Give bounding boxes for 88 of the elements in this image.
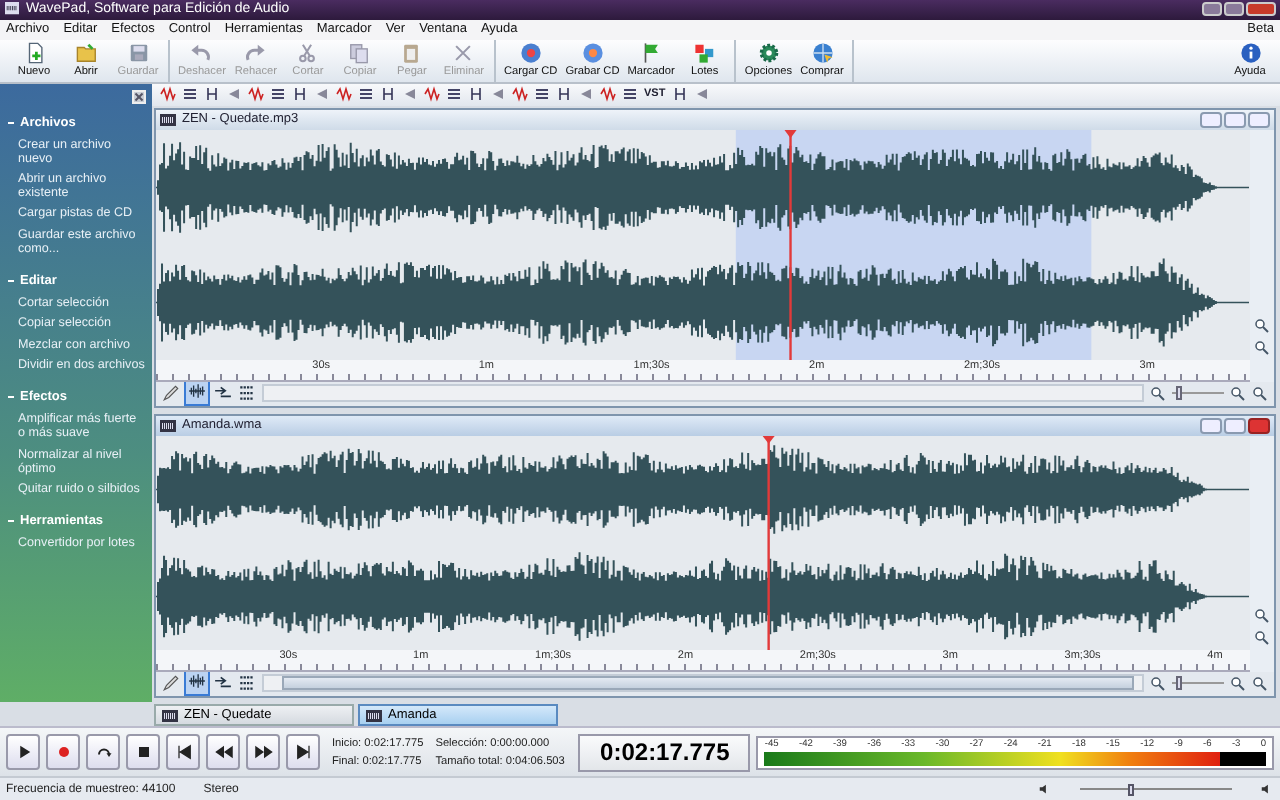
skip-start-button[interactable] [166, 734, 200, 771]
rewind-button[interactable] [206, 734, 240, 771]
zigzag-icon[interactable] [424, 86, 440, 103]
minimize-button[interactable] [1202, 2, 1222, 17]
waveform-icon[interactable] [186, 672, 208, 691]
scrollbar[interactable] [262, 674, 1144, 693]
triangle-icon[interactable] [402, 86, 418, 103]
record-icon [53, 742, 73, 763]
disc-icon [581, 42, 604, 65]
channels-icon[interactable] [238, 384, 256, 403]
time-display: 0:02:17.775 [578, 733, 751, 772]
bracket-icon[interactable] [671, 86, 688, 103]
zigzag-icon[interactable] [600, 86, 616, 103]
bracket-icon[interactable] [292, 86, 308, 103]
folder-icon [75, 42, 97, 65]
zigzag-icon[interactable] [512, 86, 528, 103]
triangle-icon[interactable] [314, 86, 330, 103]
magnifier-icon[interactable] [1252, 385, 1268, 402]
bracket-icon[interactable] [556, 86, 572, 103]
loop-button[interactable] [86, 734, 120, 771]
playhead[interactable] [784, 129, 797, 360]
scissors-icon [296, 42, 319, 65]
bracket-icon[interactable] [204, 86, 220, 103]
zoom-out-icon[interactable] [1150, 675, 1166, 692]
dash-icon [8, 396, 14, 399]
pencil-icon[interactable] [162, 674, 180, 693]
audio-file-icon [162, 709, 178, 722]
audio-file-icon [366, 709, 382, 722]
bars-icon[interactable] [446, 86, 462, 103]
bars-icon[interactable] [358, 86, 374, 103]
zigzag-icon[interactable] [248, 86, 264, 103]
globe-icon [811, 42, 834, 65]
magnifier-icon [1254, 339, 1270, 356]
clipboard-icon [400, 42, 423, 65]
triangle-icon[interactable] [578, 86, 594, 103]
triangle-icon[interactable] [693, 86, 710, 103]
audio-file-icon [160, 113, 176, 126]
stop-button[interactable] [126, 734, 160, 771]
triangle-icon[interactable] [226, 86, 242, 103]
fast-forward-icon [253, 742, 273, 763]
zoom-slider[interactable] [1172, 386, 1224, 401]
channels-icon[interactable] [238, 674, 256, 693]
dash-icon [8, 280, 14, 283]
magnifier-icon[interactable] [1252, 675, 1268, 692]
magnifier-icon [1254, 607, 1270, 624]
audio-file-icon [160, 419, 176, 432]
zoom-out-icon[interactable] [1150, 385, 1166, 402]
stack-icon [693, 42, 716, 65]
flag-icon [640, 42, 663, 65]
fast-forward-button[interactable] [246, 734, 280, 771]
skip-end-button[interactable] [286, 734, 320, 771]
disc-icon [519, 42, 542, 65]
bars-icon[interactable] [270, 86, 286, 103]
playhead[interactable] [762, 435, 775, 650]
bars-icon[interactable] [534, 86, 550, 103]
close-button[interactable] [1248, 417, 1270, 434]
bracket-icon[interactable] [380, 86, 396, 103]
zoom-slider[interactable] [1172, 676, 1224, 691]
pages-icon [348, 42, 371, 65]
zigzag-icon[interactable] [160, 86, 176, 103]
triangle-icon[interactable] [490, 86, 506, 103]
scrollbar[interactable] [262, 384, 1144, 403]
cross-icon [452, 42, 475, 65]
bars-icon[interactable] [622, 86, 638, 103]
play-button[interactable] [6, 734, 40, 771]
zoom-in-icon[interactable] [1230, 385, 1246, 402]
redo-arrow-icon [244, 42, 267, 65]
app-icon [4, 2, 20, 17]
pencil-icon[interactable] [162, 384, 180, 403]
zigzag-icon[interactable] [336, 86, 352, 103]
arrows-icon[interactable] [214, 384, 232, 403]
rewind-icon [213, 742, 233, 763]
stop-icon [133, 742, 153, 763]
magnifier-icon [1254, 629, 1270, 646]
bars-icon[interactable] [182, 86, 198, 103]
zoom-in-icon[interactable] [1230, 675, 1246, 692]
waveform-icon[interactable] [186, 382, 208, 401]
arrows-icon[interactable] [214, 674, 232, 693]
maximize-button[interactable] [1224, 2, 1244, 17]
magnifier-icon [1254, 317, 1270, 334]
speaker-icon [1038, 782, 1052, 797]
speaker-icon [1260, 782, 1274, 797]
bracket-icon[interactable] [468, 86, 484, 103]
skip-end-icon [293, 742, 313, 763]
gear-icon [757, 42, 780, 65]
record-button[interactable] [46, 734, 80, 771]
skip-start-icon [173, 742, 193, 763]
undo-arrow-icon [190, 42, 213, 65]
